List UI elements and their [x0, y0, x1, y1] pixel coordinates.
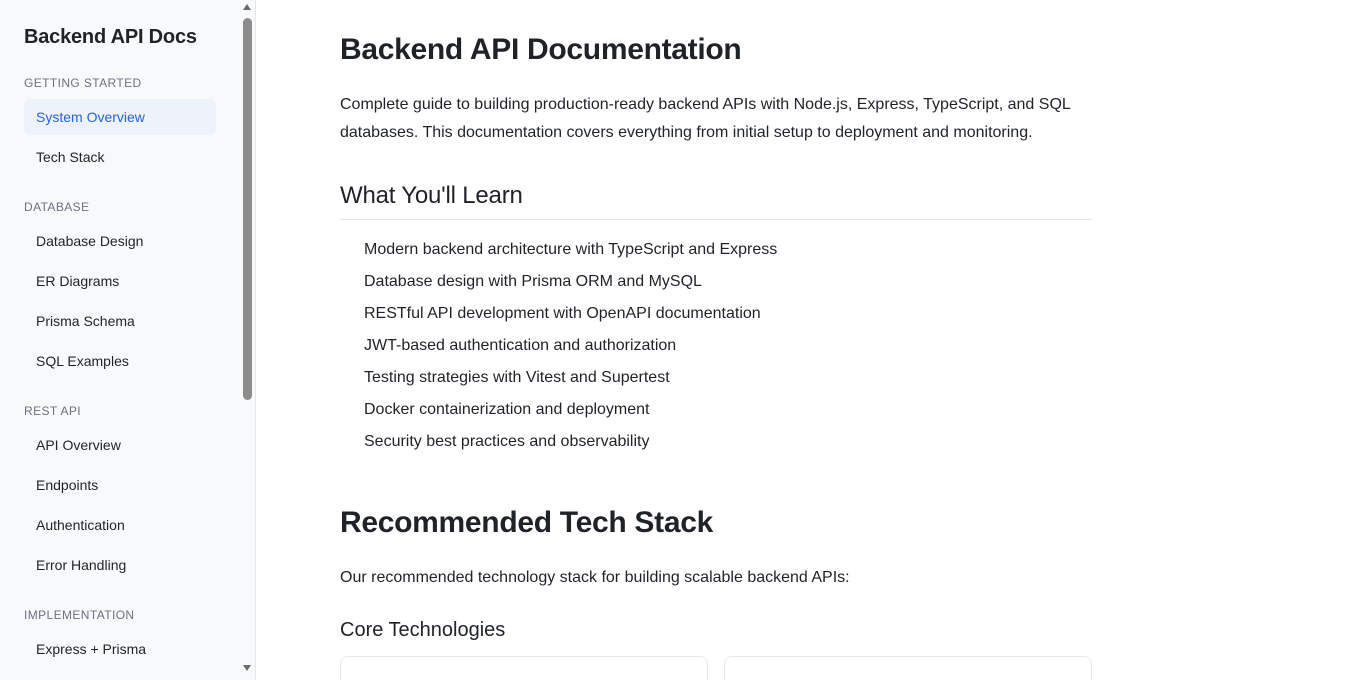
list-item: Testing strategies with Vitest and Super…	[364, 369, 670, 386]
sidebar: Backend API Docs GETTING STARTED System …	[0, 0, 256, 680]
list-item: Database design with Prisma ORM and MySQ…	[364, 273, 702, 290]
section-label-implementation: IMPLEMENTATION	[24, 608, 135, 622]
list-item: Security best practices and observabilit…	[364, 433, 650, 450]
site-brand[interactable]: Backend API Docs	[24, 26, 197, 49]
sidebar-item-express-prisma[interactable]: Express + Prisma	[24, 631, 216, 667]
learn-heading: What You'll Learn	[340, 182, 523, 209]
sidebar-item-er-diagrams[interactable]: ER Diagrams	[24, 263, 216, 299]
scrollbar-thumb[interactable]	[243, 18, 252, 400]
core-technologies-heading: Core Technologies	[340, 619, 506, 641]
main-content: Backend API Documentation Complete guide…	[340, 0, 1092, 680]
sidebar-item-authentication[interactable]: Authentication	[24, 507, 216, 543]
sidebar-item-api-overview[interactable]: API Overview	[24, 427, 216, 463]
sidebar-item-sql-examples[interactable]: SQL Examples	[24, 343, 216, 379]
list-item: RESTful API development with OpenAPI doc…	[364, 305, 761, 322]
sidebar-item-error-handling[interactable]: Error Handling	[24, 547, 216, 583]
list-item: JWT-based authentication and authorizati…	[364, 337, 677, 354]
sidebar-item-tech-stack[interactable]: Tech Stack	[24, 139, 216, 175]
tech-stack-intro: Our recommended technology stack for bui…	[340, 569, 850, 586]
section-label-rest-api: REST API	[24, 404, 82, 418]
sidebar-nav: Backend API Docs GETTING STARTED System …	[0, 0, 240, 680]
sidebar-item-system-overview[interactable]: System Overview	[24, 99, 216, 135]
scroll-up-arrow-icon[interactable]	[243, 4, 251, 10]
tech-stack-title: Recommended Tech Stack	[340, 506, 713, 539]
list-item: Docker containerization and deployment	[364, 401, 650, 418]
sidebar-item-endpoints[interactable]: Endpoints	[24, 467, 216, 503]
section-label-database: DATABASE	[24, 200, 90, 214]
list-item: Modern backend architecture with TypeScr…	[364, 241, 778, 258]
sidebar-item-prisma-schema[interactable]: Prisma Schema	[24, 303, 216, 339]
heading-divider	[340, 219, 1092, 220]
sidebar-item-database-design[interactable]: Database Design	[24, 223, 216, 259]
sidebar-scrollbar[interactable]	[240, 0, 255, 680]
learn-list: Modern backend architecture with TypeScr…	[364, 234, 777, 458]
page-title: Backend API Documentation	[340, 33, 742, 66]
scroll-down-arrow-icon[interactable]	[243, 665, 251, 671]
tech-card	[340, 656, 708, 680]
intro-paragraph: Complete guide to building production-re…	[340, 96, 1071, 141]
section-label-getting-started: GETTING STARTED	[24, 76, 142, 90]
tech-card	[724, 656, 1092, 680]
